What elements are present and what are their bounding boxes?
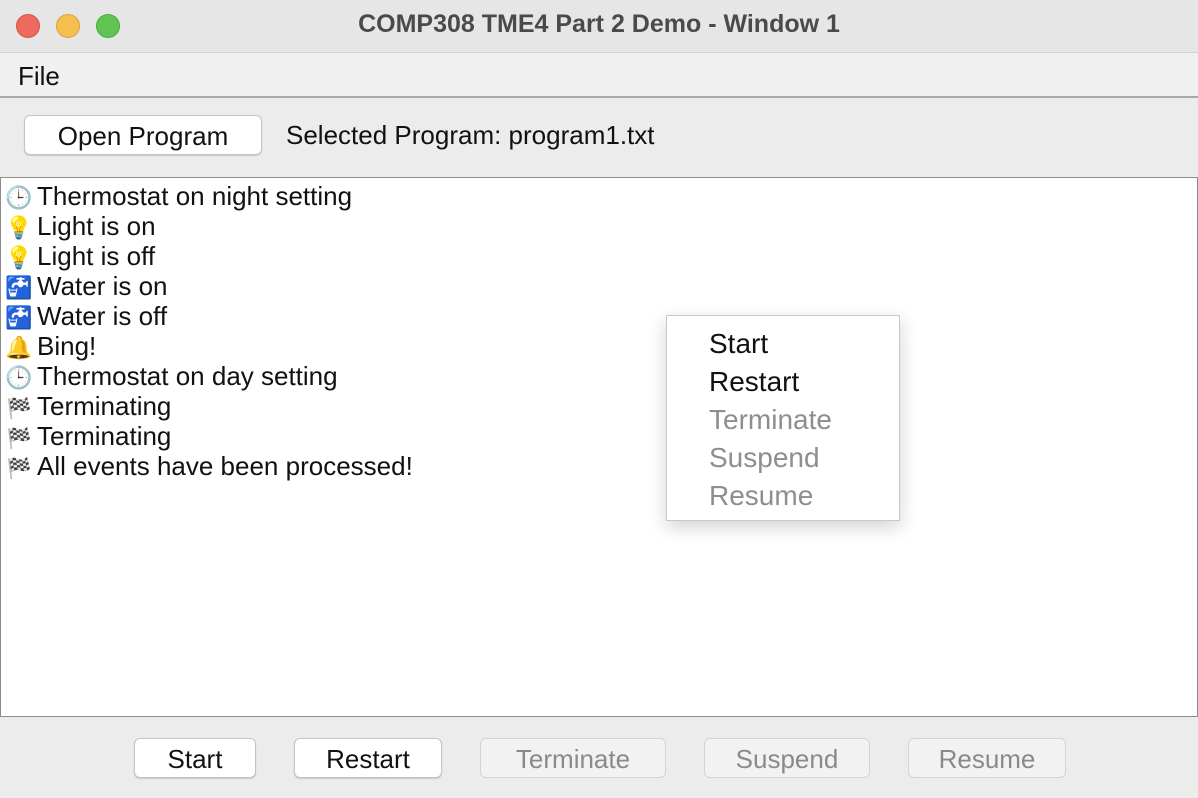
light-bulb-icon: 💡: [5, 216, 33, 241]
water-tap-icon: 🚰: [5, 306, 33, 331]
log-line: 🏁 Terminating: [5, 421, 172, 453]
file-menu[interactable]: File: [18, 61, 60, 92]
log-line-text: Light is on: [37, 211, 156, 241]
log-line: 🏁 All events have been processed!: [5, 451, 413, 483]
event-log-text-area[interactable]: 🕒 Thermostat on night setting 💡 Light is o…: [0, 177, 1198, 717]
restart-button[interactable]: Restart: [294, 738, 442, 778]
log-line-text: Thermostat on day setting: [37, 361, 338, 391]
title-bar: COMP308 TME4 Part 2 Demo - Window 1: [0, 0, 1198, 53]
checkered-flag-icon: 🏁: [6, 426, 32, 450]
start-button[interactable]: Start: [134, 738, 256, 778]
app-window: COMP308 TME4 Part 2 Demo - Window 1 File…: [0, 0, 1198, 798]
log-line: 🚰 Water is off: [5, 301, 167, 334]
log-line: 🚰 Water is on: [5, 271, 168, 304]
selected-program-label: Selected Program: program1.txt: [286, 120, 655, 150]
log-line: 🕒 Thermostat on day setting: [5, 361, 338, 394]
log-line: 💡 Light is off: [5, 241, 155, 274]
checkered-flag-icon: 🏁: [6, 456, 32, 480]
log-line-text: Light is off: [37, 241, 156, 271]
context-menu-restart[interactable]: Restart: [709, 366, 799, 398]
clock-icon: 🕒: [5, 366, 33, 391]
log-line-text: All events have been processed!: [37, 451, 413, 481]
terminate-button: Terminate: [480, 738, 666, 778]
bell-icon: 🔔: [5, 336, 33, 361]
log-line: 🏁 Terminating: [5, 391, 172, 423]
suspend-button: Suspend: [704, 738, 870, 778]
log-line: 💡 Light is on: [5, 211, 156, 244]
menu-bar: File: [0, 53, 1198, 98]
log-line-text: Thermostat on night setting: [37, 181, 353, 211]
clock-icon: 🕒: [5, 186, 33, 211]
log-line-text: Terminating: [37, 391, 172, 421]
water-tap-icon: 🚰: [5, 276, 33, 301]
context-menu: Start Restart Terminate Suspend Resume: [666, 315, 900, 521]
log-line-text: Water is on: [37, 271, 168, 301]
context-menu-start[interactable]: Start: [709, 328, 768, 360]
log-line: 🕒 Thermostat on night setting: [5, 181, 352, 214]
open-program-button[interactable]: Open Program: [24, 115, 262, 155]
toolbar: Open Program Selected Program: program1.…: [0, 98, 1198, 176]
resume-button: Resume: [908, 738, 1066, 778]
log-line-text: Bing!: [37, 331, 97, 361]
context-menu-resume: Resume: [709, 480, 814, 511]
checkered-flag-icon: 🏁: [6, 396, 32, 420]
context-menu-terminate: Terminate: [709, 404, 832, 435]
control-button-bar: Start Restart Terminate Suspend Resume: [0, 717, 1198, 798]
light-bulb-icon: 💡: [5, 246, 33, 271]
window-title: COMP308 TME4 Part 2 Demo - Window 1: [358, 10, 840, 38]
log-line: 🔔 Bing!: [5, 331, 96, 364]
log-line-text: Water is off: [37, 301, 168, 331]
context-menu-suspend: Suspend: [709, 442, 820, 473]
log-line-text: Terminating: [37, 421, 172, 451]
